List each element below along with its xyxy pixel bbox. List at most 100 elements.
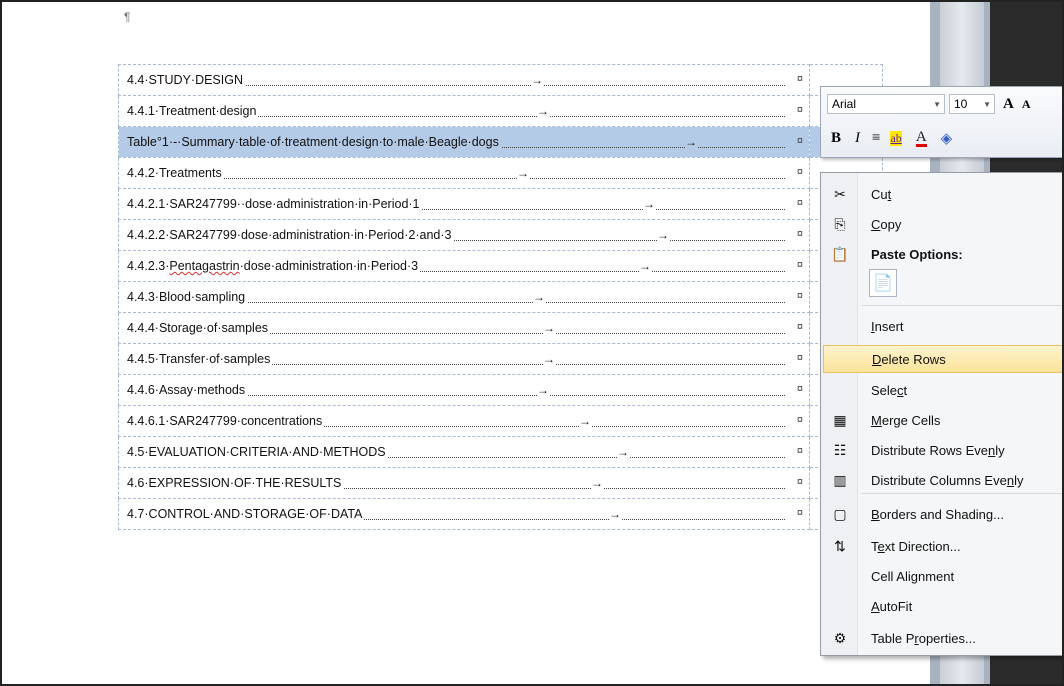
toc-entry-cell[interactable]: 4.7·CONTROL·AND·STORAGE·OF·DATA → ¤ xyxy=(118,498,810,530)
cell-end-mark: ¤ xyxy=(796,507,803,519)
menu-item-paste-options: 📋 Paste Options: xyxy=(823,241,1062,269)
toc-entry-cell[interactable]: 4.4.3·Blood·sampling → ¤ xyxy=(118,281,810,313)
menu-item-distribute-rows-evenly[interactable]: ☷ Distribute Rows Evenly xyxy=(823,437,1062,465)
align-center-button[interactable]: ≡ xyxy=(872,130,880,147)
toc-entry-cell[interactable]: 4.4.1·Treatment·design → ¤ xyxy=(118,95,810,127)
merge-cells-icon: ▦ xyxy=(833,412,847,428)
toc-entry-cell[interactable]: 4.4.4·Storage·of·samples → ¤ xyxy=(118,312,810,344)
tab-arrow-icon: → xyxy=(531,73,543,87)
font-color-button[interactable]: A xyxy=(915,129,927,147)
cell-end-mark: ¤ xyxy=(796,259,803,271)
document-window: ¶ 4.4·STUDY·DESIGN → ¤ 4.4.1·Treatment·desi… xyxy=(0,0,1064,686)
copy-icon: ⎘ xyxy=(834,216,846,232)
paste-icon: 📄 xyxy=(873,275,893,292)
cell-end-mark: ¤ xyxy=(796,197,803,209)
shrink-font-button[interactable]: A xyxy=(1022,97,1031,112)
paste-options-icon: 📋 xyxy=(831,246,849,262)
menu-item-text-direction[interactable]: ⇅ Text Direction... xyxy=(823,533,1062,561)
font-size-dropdown[interactable]: 10 ▼ xyxy=(949,94,995,114)
toc-entry-cell[interactable]: 4.4.6·Assay·methods → ¤ xyxy=(118,374,810,406)
menu-item-cell-alignment[interactable]: Cell Alignment xyxy=(823,563,1062,591)
menu-item-label: Distribute Columns Evenly xyxy=(871,473,1024,488)
menu-item-insert[interactable]: Insert xyxy=(823,313,1062,341)
cell-end-mark: ¤ xyxy=(796,445,803,457)
chevron-down-icon: ▼ xyxy=(983,99,991,109)
cell-end-mark: ¤ xyxy=(796,383,803,395)
font-name-value: Arial xyxy=(832,97,857,111)
table-row[interactable]: 4.4.5·Transfer·of·samples → ¤ xyxy=(118,343,883,375)
toc-entry-text: 4.4·STUDY·DESIGN xyxy=(127,73,245,87)
toc-entry-cell[interactable]: 4.4.2.2·SAR247799·dose·administration·in… xyxy=(118,219,810,251)
toc-table[interactable]: 4.4·STUDY·DESIGN → ¤ 4.4.1·Treatment·design… xyxy=(118,64,883,530)
menu-item-select[interactable]: Select xyxy=(823,377,1062,405)
document-page[interactable]: ¶ 4.4·STUDY·DESIGN → ¤ 4.4.1·Treatment·desi… xyxy=(4,4,932,684)
cell-end-mark: ¤ xyxy=(796,352,803,364)
table-properties-icon: ⚙ xyxy=(833,630,847,646)
spelling-error[interactable]: Pentagastrin xyxy=(169,259,239,273)
toc-entry-cell[interactable]: 4.4.2·Treatments → ¤ xyxy=(118,157,810,189)
paste-keep-formatting-button[interactable]: 📄 xyxy=(869,269,897,297)
table-row[interactable]: 4.4.6.1·SAR247799·concentrations → ¤ xyxy=(118,405,883,437)
menu-item-label: Text Direction... xyxy=(871,539,961,554)
tab-arrow-icon: → xyxy=(537,104,549,118)
menu-item-autofit[interactable]: AutoFit xyxy=(823,593,1062,621)
highlight-button[interactable]: ab xyxy=(890,130,902,146)
menu-item-label: Insert xyxy=(871,319,904,334)
cell-end-mark: ¤ xyxy=(796,166,803,178)
cell-end-mark: ¤ xyxy=(796,104,803,116)
menu-separator xyxy=(861,493,1062,494)
menu-item-borders-and-shading[interactable]: ▢ Borders and Shading... xyxy=(823,501,1062,529)
table-row[interactable]: 4.5·EVALUATION·CRITERIA·AND·METHODS → ¤ xyxy=(118,436,883,468)
cell-end-mark: ¤ xyxy=(796,476,803,488)
table-row[interactable]: 4.4.2.3·Pentagastrin·dose·administration… xyxy=(118,250,883,282)
toc-entry-text: 4.4.6·Assay·methods xyxy=(127,383,248,397)
tab-arrow-icon: → xyxy=(537,383,549,397)
grow-font-button[interactable]: A xyxy=(1003,96,1014,113)
shading-icon[interactable]: ◈ xyxy=(941,129,953,148)
tab-arrow-icon: → xyxy=(639,259,651,273)
tab-arrow-icon: → xyxy=(617,445,629,459)
toc-entry-text: Table°1·-·Summary·table·of·treatment·des… xyxy=(127,135,501,149)
table-row[interactable]: 4.4.2.2·SAR247799·dose·administration·in… xyxy=(118,219,883,251)
toc-entry-text: 4.5·EVALUATION·CRITERIA·AND·METHODS xyxy=(127,445,388,459)
table-row[interactable]: 4.4.6·Assay·methods → ¤ xyxy=(118,374,883,406)
menu-item-merge-cells[interactable]: ▦ Merge Cells xyxy=(823,407,1062,435)
toc-entry-cell[interactable]: Table°1·-·Summary·table·of·treatment·des… xyxy=(118,126,810,158)
toc-entry-cell[interactable]: 4.4.2.3·Pentagastrin·dose·administration… xyxy=(118,250,810,282)
menu-item-label: Select xyxy=(871,383,908,398)
menu-item-distribute-columns-evenly[interactable]: ▥ Distribute Columns Evenly xyxy=(823,467,1062,495)
cell-end-mark: ¤ xyxy=(796,135,803,147)
toc-entry-cell[interactable]: 4.6·EXPRESSION·OF·THE·RESULTS → ¤ xyxy=(118,467,810,499)
tab-arrow-icon: → xyxy=(643,197,655,211)
tab-arrow-icon: → xyxy=(543,352,555,366)
table-row[interactable]: 4.4·STUDY·DESIGN → ¤ xyxy=(118,64,883,96)
toc-entry-cell[interactable]: 4.4.2.1·SAR247799··dose·administration·i… xyxy=(118,188,810,220)
toc-entry-cell[interactable]: 4.5·EVALUATION·CRITERIA·AND·METHODS → ¤ xyxy=(118,436,810,468)
table-row[interactable]: 4.4.4·Storage·of·samples → ¤ xyxy=(118,312,883,344)
table-row[interactable]: Table°1·-·Summary·table·of·treatment·des… xyxy=(118,126,883,158)
menu-item-copy[interactable]: ⎘ Copy xyxy=(823,211,1062,239)
menu-item-label: AutoFit xyxy=(871,599,913,614)
toc-entry-cell[interactable]: 4.4.6.1·SAR247799·concentrations → ¤ xyxy=(118,405,810,437)
distribute-rows-evenly-icon: ☷ xyxy=(833,442,847,458)
toc-entry-cell[interactable]: 4.4·STUDY·DESIGN → ¤ xyxy=(118,64,810,96)
table-row[interactable]: 4.4.2.1·SAR247799··dose·administration·i… xyxy=(118,188,883,220)
table-row[interactable]: 4.4.3·Blood·sampling → ¤ xyxy=(118,281,883,313)
toc-entry-cell[interactable]: 4.4.5·Transfer·of·samples → ¤ xyxy=(118,343,810,375)
toc-entry-text: 4.4.6.1·SAR247799·concentrations xyxy=(127,414,325,428)
paragraph-mark: ¶ xyxy=(124,10,131,24)
italic-button[interactable]: I xyxy=(855,130,860,147)
menu-item-cut[interactable]: ✂ Cut xyxy=(823,181,1062,209)
table-row[interactable]: 4.6·EXPRESSION·OF·THE·RESULTS → ¤ xyxy=(118,467,883,499)
table-row[interactable]: 4.4.2·Treatments → ¤ xyxy=(118,157,883,189)
menu-item-delete-rows[interactable]: Delete Rows xyxy=(823,345,1062,373)
menu-item-table-properties[interactable]: ⚙ Table Properties... xyxy=(823,625,1062,653)
menu-item-label: Delete Rows xyxy=(872,352,946,367)
bold-button[interactable]: B xyxy=(831,130,841,147)
distribute-columns-evenly-icon: ▥ xyxy=(833,472,847,488)
toc-entry-text: 4.4.2.1·SAR247799··dose·administration·i… xyxy=(127,197,422,211)
tab-arrow-icon: → xyxy=(517,166,529,180)
font-name-dropdown[interactable]: Arial ▼ xyxy=(827,94,945,114)
table-row[interactable]: 4.7·CONTROL·AND·STORAGE·OF·DATA→¤$AREc xyxy=(118,498,883,530)
table-row[interactable]: 4.4.1·Treatment·design → ¤ xyxy=(118,95,883,127)
